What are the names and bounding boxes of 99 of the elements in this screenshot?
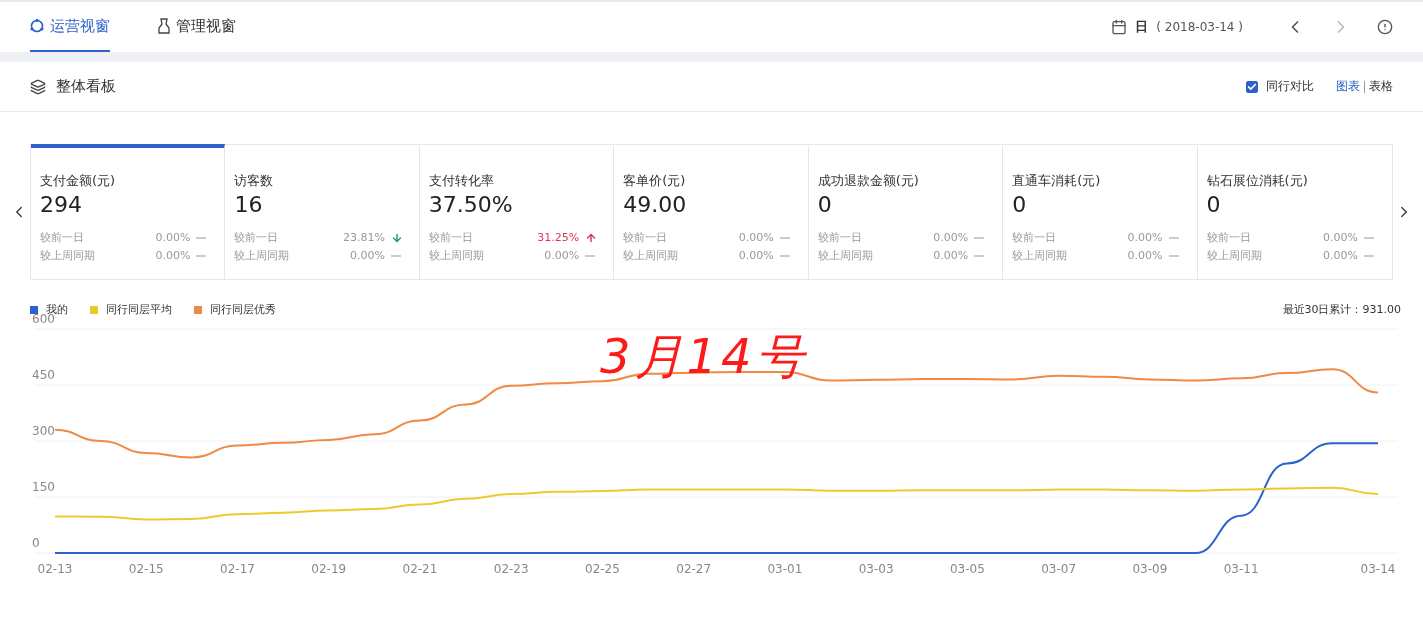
legend-label[interactable]: 同行同层平均 — [106, 302, 172, 317]
metric-value: 49.00 — [623, 192, 688, 217]
comparison-label: 较前一日 — [1206, 230, 1252, 246]
metric-title: 客单价(元) — [623, 172, 687, 190]
comparison-label: 较前一日 — [428, 230, 474, 246]
metric-card[interactable]: 支付金额(元) 294 较前一日 0.00% 较上周同期 0.00% — [31, 144, 226, 279]
comparison-label: 较前一日 — [1012, 230, 1058, 246]
metric-card[interactable]: 支付转化率 37.50% 较前一日 31.25% 较上周同期 0.00% — [419, 144, 615, 279]
comparison-value: 0.00% — [348, 248, 386, 264]
comparison-label: 较上周同期 — [428, 248, 485, 264]
x-axis-label: 03-11 — [1223, 562, 1259, 576]
x-axis-label: 02-17 — [220, 562, 255, 576]
comparison-value: 0.00% — [543, 248, 581, 264]
comparison-value: 0.00% — [1322, 248, 1359, 264]
x-axis-label: 03-07 — [1041, 562, 1077, 576]
total-text: 最近30日累计：931.00 — [1282, 302, 1401, 317]
calendar-icon[interactable] — [1111, 19, 1128, 35]
metric-title: 支付金额(元) — [40, 172, 117, 190]
y-axis-label: 450 — [32, 368, 55, 382]
x-axis-label: 02-13 — [37, 562, 73, 576]
metric-title: 钻石展位消耗(元) — [1206, 172, 1309, 190]
y-axis-label: 0 — [32, 536, 40, 550]
up-arrow-icon — [585, 232, 598, 244]
dash-icon — [779, 255, 790, 257]
period-label: 日 — [1135, 18, 1149, 36]
dash-icon — [974, 255, 985, 257]
metric-title: 直通车消耗(元) — [1012, 172, 1102, 190]
x-axis-label: 03-14 — [1360, 562, 1396, 576]
metric-value: 0 — [817, 192, 833, 217]
dash-icon — [196, 237, 207, 239]
comparison-label: 较上周同期 — [817, 248, 874, 264]
down-arrow-icon — [390, 232, 403, 244]
metric-card[interactable]: 直通车消耗(元) 0 较前一日 0.00% 较上周同期 0.00% — [1003, 144, 1198, 279]
dash-icon — [779, 237, 790, 239]
comparison-value: 0.00% — [1126, 230, 1164, 246]
comparison-value: 0.00% — [932, 230, 970, 246]
dash-icon — [1168, 237, 1179, 239]
view-toggle[interactable]: 表格 — [1369, 78, 1393, 95]
layers-icon — [30, 78, 46, 95]
comparison-label: 较前一日 — [623, 230, 669, 246]
comparison-value: 0.00% — [1322, 230, 1359, 246]
legend-label[interactable]: 同行同层优秀 — [210, 302, 276, 317]
metric-card[interactable]: 访客数 16 较前一日 23.81% 较上周同期 0.00% — [225, 144, 420, 279]
metric-title: 支付转化率 — [428, 172, 495, 190]
comparison-label: 较上周同期 — [623, 248, 680, 264]
comparison-value: 23.81% — [341, 230, 386, 246]
dash-icon — [196, 255, 207, 257]
metric-value: 294 — [40, 192, 83, 217]
view-toggle[interactable]: 图表 — [1336, 78, 1360, 95]
comparison-label: 较上周同期 — [1206, 248, 1263, 264]
dash-icon — [585, 255, 596, 257]
comparison-label: 较前一日 — [40, 230, 85, 246]
circle-icon — [30, 19, 44, 33]
x-axis-label: 02-15 — [128, 562, 164, 576]
dash-icon — [974, 237, 985, 239]
panel-title: 整体看板 — [56, 77, 116, 96]
metric-value: 16 — [234, 192, 264, 217]
dash-icon — [1364, 255, 1374, 257]
metric-card[interactable]: 成功退款金额(元) 0 较前一日 0.00% 较上周同期 0.00% — [808, 144, 1004, 279]
metric-card[interactable]: 钻石展位消耗(元) 0 较前一日 0.00% 较上周同期 0.00% — [1197, 144, 1392, 279]
date-text: ( 2018-03-14 ) — [1156, 20, 1243, 34]
metric-title: 访客数 — [234, 172, 275, 190]
comparison-value: 0.00% — [737, 248, 775, 264]
x-axis-label: 03-01 — [767, 562, 803, 576]
y-axis-label: 150 — [32, 480, 55, 494]
x-axis-label: 02-23 — [493, 562, 529, 576]
metric-title: 成功退款金额(元) — [817, 172, 920, 190]
comparison-value: 0.00% — [932, 248, 970, 264]
dash-icon — [390, 255, 401, 257]
tab[interactable]: 管理视窗 — [158, 2, 236, 52]
x-axis-label: 02-21 — [402, 562, 438, 576]
x-axis-label: 03-05 — [950, 562, 985, 576]
checkbox[interactable] — [1246, 80, 1258, 93]
dash-icon — [1168, 255, 1179, 257]
info-icon[interactable] — [1377, 19, 1393, 35]
comparison-label: 较前一日 — [234, 230, 280, 246]
comparison-label: 较上周同期 — [1012, 248, 1069, 264]
metric-value: 0 — [1206, 192, 1222, 217]
x-axis-label: 03-09 — [1132, 562, 1168, 576]
x-axis-label: 02-25 — [585, 562, 620, 576]
handwritten-note: 3月14号 — [600, 332, 808, 380]
comparison-value: 31.25% — [536, 230, 581, 246]
comparison-value: 0.00% — [154, 248, 192, 264]
metric-value: 0 — [1012, 192, 1028, 217]
metric-card[interactable]: 客单价(元) 49.00 较前一日 0.00% 较上周同期 0.00% — [614, 144, 809, 279]
x-axis-label: 03-03 — [858, 562, 894, 576]
comparison-label: 较上周同期 — [40, 248, 96, 264]
comparison-label: 较上周同期 — [234, 248, 291, 264]
y-axis-label: 300 — [32, 424, 55, 438]
x-axis-label: 02-19 — [311, 562, 347, 576]
comparison-label: 较前一日 — [817, 230, 863, 246]
checkbox-label: 同行对比 — [1266, 78, 1314, 95]
comparison-value: 0.00% — [154, 230, 192, 246]
comparison-value: 0.00% — [1126, 248, 1164, 264]
dash-icon — [1364, 237, 1374, 239]
metric-value: 37.50% — [428, 192, 514, 217]
tab[interactable]: 运营视窗 — [30, 2, 110, 52]
x-axis-label: 02-27 — [676, 562, 712, 576]
comparison-value: 0.00% — [737, 230, 775, 246]
